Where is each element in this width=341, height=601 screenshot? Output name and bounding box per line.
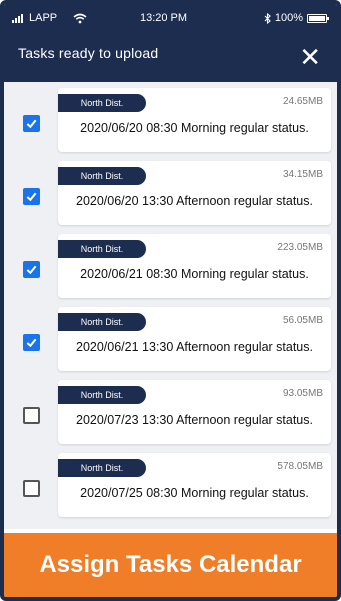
banner: Assign Tasks Calendar [4,533,337,597]
task-checkbox[interactable] [23,334,40,351]
task-description: 2020/06/21 13:30 Afternoon regular statu… [76,340,313,354]
task-row: North Dist. 56.05MB 2020/06/21 13:30 Aft… [16,307,331,380]
status-bar: LAPP 13:20 PM 100% [4,4,337,32]
close-icon[interactable]: ✕ [299,44,321,70]
clock: 13:20 PM [139,12,188,24]
check-icon [26,338,37,348]
task-checkbox[interactable] [23,407,40,424]
task-card[interactable]: North Dist. 56.05MB 2020/06/21 13:30 Aft… [58,307,331,371]
district-badge: North Dist. [58,313,146,331]
signal-icon [12,13,23,23]
file-size: 223.05MB [277,242,323,253]
task-description: 2020/06/20 08:30 Morning regular status. [80,121,309,135]
district-badge: North Dist. [58,167,146,185]
task-row: North Dist. 578.05MB 2020/07/25 08:30 Mo… [16,453,331,526]
header: Tasks ready to upload ✕ [4,32,337,82]
wifi-icon [73,13,87,23]
file-size: 93.05MB [282,388,323,399]
task-card[interactable]: North Dist. 93.05MB 2020/07/23 13:30 Aft… [58,380,331,444]
file-size: 24.65MB [282,96,323,107]
task-checkbox[interactable] [23,188,40,205]
task-row: North Dist. 223.05MB 2020/06/21 08:30 Mo… [16,234,331,307]
battery-icon [307,13,329,23]
page-title: Tasks ready to upload [18,45,159,61]
phone-frame: LAPP 13:20 PM 100% Tasks ready to upload… [0,0,341,601]
file-size: 34.15MB [282,169,323,180]
district-badge: North Dist. [58,386,146,404]
task-card[interactable]: North Dist. 578.05MB 2020/07/25 08:30 Mo… [58,453,331,517]
task-card[interactable]: North Dist. 24.65MB 2020/06/20 08:30 Mor… [58,88,331,152]
task-list: North Dist. 24.65MB 2020/06/20 08:30 Mor… [4,82,337,526]
task-description: 2020/07/25 08:30 Morning regular status. [80,486,309,500]
check-icon [26,265,37,275]
banner-label: Assign Tasks Calendar [39,551,302,578]
battery-percent: 100% [274,12,303,24]
task-description: 2020/06/21 08:30 Morning regular status. [80,267,309,281]
task-checkbox[interactable] [23,480,40,497]
check-icon [26,119,37,129]
bluetooth-icon [264,12,271,24]
file-size: 56.05MB [282,315,323,326]
check-icon [26,192,37,202]
task-card[interactable]: North Dist. 223.05MB 2020/06/21 08:30 Mo… [58,234,331,298]
carrier-label: LAPP [29,12,58,24]
task-checkbox[interactable] [23,261,40,278]
task-row: North Dist. 24.65MB 2020/06/20 08:30 Mor… [16,88,331,161]
district-badge: North Dist. [58,459,146,477]
task-row: North Dist. 93.05MB 2020/07/23 13:30 Aft… [16,380,331,453]
task-card[interactable]: North Dist. 34.15MB 2020/06/20 13:30 Aft… [58,161,331,225]
task-description: 2020/07/23 13:30 Afternoon regular statu… [76,413,313,427]
district-badge: North Dist. [58,240,146,258]
task-row: North Dist. 34.15MB 2020/06/20 13:30 Aft… [16,161,331,234]
task-description: 2020/06/20 13:30 Afternoon regular statu… [76,194,313,208]
file-size: 578.05MB [277,461,323,472]
task-checkbox[interactable] [23,115,40,132]
district-badge: North Dist. [58,94,146,112]
